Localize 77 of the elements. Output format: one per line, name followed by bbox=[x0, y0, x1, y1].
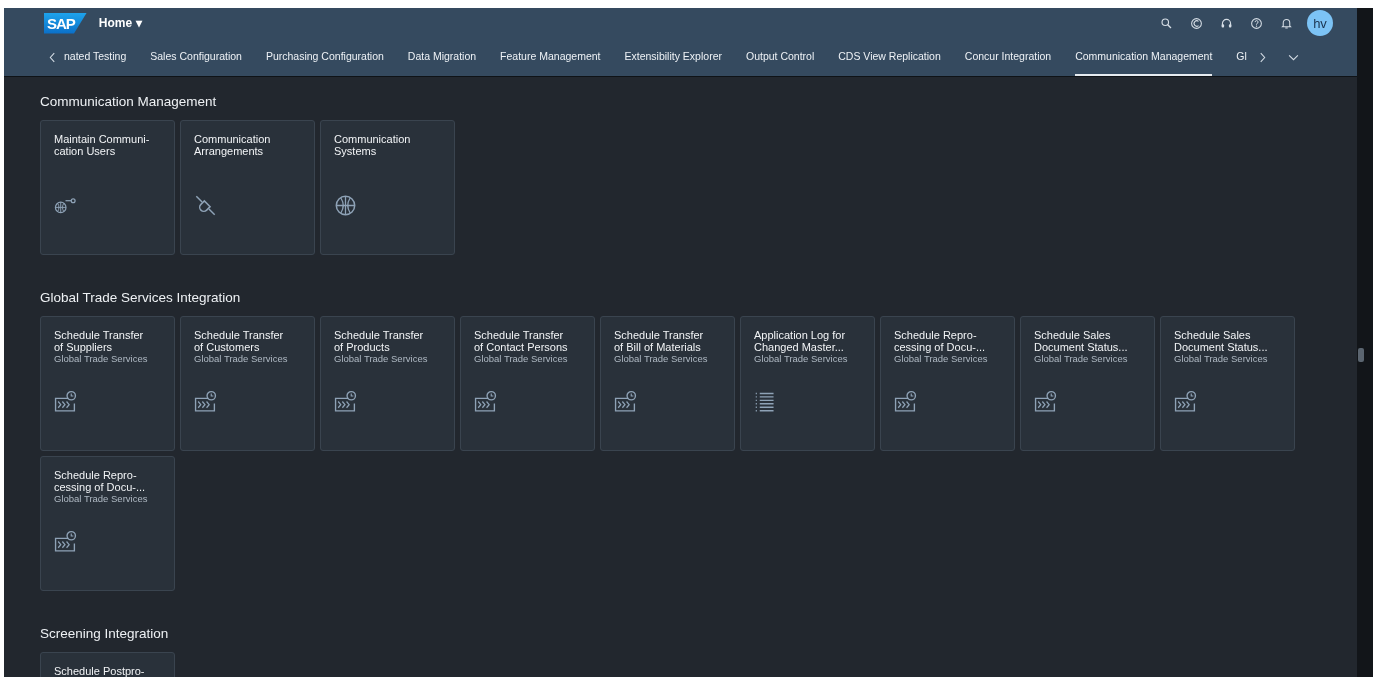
app-tile[interactable]: Communication Arrangements bbox=[180, 120, 315, 255]
user-avatar[interactable]: hv bbox=[1307, 10, 1333, 36]
sap-logo[interactable]: SAP bbox=[44, 12, 87, 34]
app-tile[interactable]: Maintain Communi- cation Users bbox=[40, 120, 175, 255]
app-tile[interactable]: Schedule Transfer of Bill of Materials Global Trade Services bbox=[600, 316, 735, 451]
tile-title: Application Log for Changed Master... bbox=[754, 329, 846, 353]
app-tile[interactable]: Schedule Transfer of Suppliers Global Trade Services bbox=[40, 316, 175, 451]
tile-title: Communication Arrangements bbox=[194, 133, 271, 157]
tile-title: Schedule Transfer of Bill of Materials bbox=[614, 329, 704, 353]
app-tile[interactable]: Schedule Postpro- bbox=[40, 652, 175, 677]
app-tile[interactable]: Schedule Sales Document Status... Global Trade Services bbox=[1020, 316, 1155, 451]
tile-title: Schedule Repro- cessing of Docu-... bbox=[54, 469, 146, 493]
tile-subtitle: Global Trade Services bbox=[1174, 353, 1268, 364]
tile-title: Communication Systems bbox=[334, 133, 411, 157]
tile-title: Schedule Transfer of Customers bbox=[194, 329, 284, 353]
headset-icon[interactable] bbox=[1220, 16, 1233, 30]
section-title: Screening Integration bbox=[40, 626, 170, 641]
space-tab[interactable]: Data Migration bbox=[407, 38, 477, 76]
space-tab[interactable]: Extensibility Explorer bbox=[624, 38, 722, 76]
tile-title: Maintain Communi- cation Users bbox=[54, 133, 150, 157]
app-tile[interactable]: Schedule Transfer of Customers Global Trade Services bbox=[180, 316, 315, 451]
tile-subtitle: Global Trade Services bbox=[894, 353, 988, 364]
space-tab[interactable]: Feature Management bbox=[500, 38, 601, 76]
app-tile[interactable]: Schedule Repro- cessing of Docu-... Global Trade Services bbox=[880, 316, 1015, 451]
space-tab[interactable]: Concur Integration bbox=[964, 38, 1052, 76]
tile-title: Schedule Sales Document Status... bbox=[1034, 329, 1128, 353]
tile-subtitle: Global Trade Services bbox=[334, 353, 428, 364]
tile-subtitle: Global Trade Services bbox=[194, 353, 288, 364]
home-menu-button[interactable]: Home ▾ bbox=[98, 16, 142, 30]
copilot-icon[interactable] bbox=[1190, 16, 1203, 30]
tile-subtitle: Global Trade Services bbox=[1034, 353, 1128, 364]
scheduled-job-icon bbox=[1174, 390, 1197, 413]
tile-title: Schedule Transfer of Contact Persons bbox=[474, 329, 568, 353]
section-title: Communication Management bbox=[40, 94, 218, 109]
help-icon[interactable] bbox=[1250, 16, 1263, 30]
globe-icon bbox=[334, 194, 357, 217]
scheduled-job-icon bbox=[894, 390, 917, 413]
tile-subtitle: Global Trade Services bbox=[474, 353, 568, 364]
space-tab[interactable]: Sales Configuration bbox=[150, 38, 242, 76]
tile-subtitle: Global Trade Services bbox=[614, 353, 708, 364]
scheduled-job-icon bbox=[54, 390, 77, 413]
tile-title: Schedule Postpro- bbox=[54, 665, 145, 677]
space-tab[interactable]: CDS View Replication bbox=[838, 38, 941, 76]
app-tile[interactable]: Communication Systems bbox=[320, 120, 455, 255]
scrollbar-thumb[interactable] bbox=[1358, 348, 1364, 362]
scroll-left-icon[interactable] bbox=[49, 51, 56, 63]
space-tab[interactable]: nated Testing bbox=[64, 38, 127, 76]
scheduled-job-icon bbox=[334, 390, 357, 413]
overflow-dropdown-icon[interactable] bbox=[1287, 53, 1299, 61]
app-tile[interactable]: Application Log for Changed Master... Global Trade Services bbox=[740, 316, 875, 451]
app-tile[interactable]: Schedule Sales Document Status... Global Trade Services bbox=[1160, 316, 1295, 451]
scroll-right-icon[interactable] bbox=[1258, 51, 1266, 63]
list-icon bbox=[754, 390, 777, 413]
scrollbar[interactable] bbox=[1357, 8, 1373, 677]
app-tile[interactable]: Schedule Transfer of Products Global Trade Services bbox=[320, 316, 455, 451]
space-tab[interactable]: Purchasing Configuration bbox=[265, 38, 384, 76]
space-tab[interactable]: Output Control bbox=[745, 38, 815, 76]
tile-subtitle: Global Trade Services bbox=[54, 353, 148, 364]
scheduled-job-icon bbox=[194, 390, 217, 413]
scheduled-job-icon bbox=[474, 390, 497, 413]
notification-bell-icon[interactable] bbox=[1280, 16, 1293, 30]
tile-title: Schedule Sales Document Status... bbox=[1174, 329, 1268, 353]
plug-icon bbox=[194, 194, 217, 217]
space-tab[interactable]: Communication Management bbox=[1075, 38, 1213, 76]
space-tab[interactable]: Gl bbox=[1236, 38, 1247, 76]
tile-subtitle: Global Trade Services bbox=[754, 353, 848, 364]
app-tile[interactable]: Schedule Repro- cessing of Docu-... Global Trade Services bbox=[40, 456, 175, 591]
scheduled-job-icon bbox=[1034, 390, 1057, 413]
scheduled-job-icon bbox=[614, 390, 637, 413]
search-icon[interactable] bbox=[1160, 16, 1173, 30]
tile-title: Schedule Transfer of Suppliers bbox=[54, 329, 144, 353]
tile-title: Schedule Repro- cessing of Docu-... bbox=[894, 329, 986, 353]
scheduled-job-icon bbox=[54, 530, 77, 553]
tile-subtitle: Global Trade Services bbox=[54, 493, 148, 504]
app-tile[interactable]: Schedule Transfer of Contact Persons Global Trade Services bbox=[460, 316, 595, 451]
tile-title: Schedule Transfer of Products bbox=[334, 329, 424, 353]
section-title: Global Trade Services Integration bbox=[40, 290, 242, 305]
